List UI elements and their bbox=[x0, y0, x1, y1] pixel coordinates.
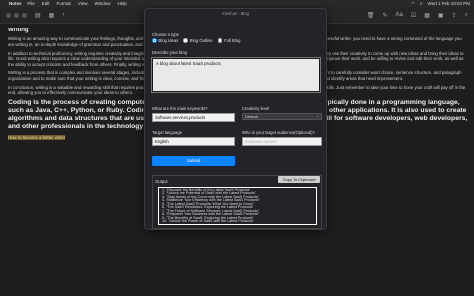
checklist-icon[interactable]: ☑ bbox=[411, 12, 416, 19]
format-icon[interactable]: Aa bbox=[396, 12, 403, 18]
menu-app-name[interactable]: Notes bbox=[9, 1, 22, 6]
menu-view[interactable]: View bbox=[78, 1, 88, 6]
search-notes-icon[interactable]: ⌕ bbox=[465, 12, 468, 19]
menu-help[interactable]: Help bbox=[118, 1, 127, 6]
blog-generator-dialog: Kleshas - Blog Choose a type Blog Ideas … bbox=[144, 8, 327, 230]
audience-label: Who is your target audience(Optional)? bbox=[242, 130, 315, 135]
sidebar-toggle-icon[interactable]: ▤ bbox=[35, 12, 41, 19]
radio-full-blog[interactable]: Full Blog bbox=[217, 38, 240, 43]
media-icon[interactable]: ▣ bbox=[438, 12, 444, 19]
zoom-window-button[interactable] bbox=[22, 12, 27, 18]
keywords-label: What are the main keywords? bbox=[152, 106, 208, 111]
choose-type-label: Choose a type bbox=[152, 32, 180, 37]
table-icon[interactable]: ▦ bbox=[424, 12, 430, 19]
creativity-label: Creativity level bbox=[242, 106, 270, 111]
chevron-down-icon: ⌄ bbox=[316, 114, 319, 118]
menu-bar: Notes File Edit Format View Window Help … bbox=[0, 0, 474, 7]
describe-label: Describe your blog bbox=[152, 50, 187, 55]
radio-unselected-icon bbox=[217, 38, 223, 43]
back-icon[interactable]: ‹ bbox=[62, 12, 64, 18]
radio-selected-icon bbox=[152, 38, 157, 43]
menu-format[interactable]: Format bbox=[57, 1, 71, 6]
share-icon[interactable]: ⇪ bbox=[452, 12, 457, 19]
minimize-window-button[interactable] bbox=[14, 12, 19, 18]
radio-unselected-icon bbox=[183, 38, 188, 43]
wifi-icon[interactable]: ◠ bbox=[411, 1, 415, 7]
menu-edit[interactable]: Edit bbox=[42, 1, 50, 6]
datetime[interactable]: Wed 1 Feb 10:04 PM bbox=[428, 1, 470, 6]
submit-button[interactable]: Submit bbox=[152, 156, 235, 166]
language-label: Target language bbox=[152, 130, 183, 135]
menu-file[interactable]: File bbox=[28, 1, 35, 6]
language-input[interactable]: English bbox=[152, 137, 235, 146]
compose-icon[interactable]: ✎ bbox=[382, 12, 387, 19]
radio-blog-ideas[interactable]: Blog Ideas bbox=[152, 38, 178, 43]
blog-description-input[interactable]: A blog about latest SaaS products bbox=[151, 57, 321, 93]
close-window-button[interactable] bbox=[6, 12, 11, 18]
creativity-select[interactable]: Default ⌄ bbox=[242, 113, 322, 120]
output-text[interactable]: 1. "Discover the Benefits of the Latest … bbox=[158, 187, 317, 225]
output-panel: 1. "Discover the Benefits of the Latest … bbox=[152, 175, 322, 229]
radio-blog-outline[interactable]: Blog Outline bbox=[183, 38, 213, 43]
audience-input[interactable]: Business owners bbox=[242, 137, 322, 146]
menu-window[interactable]: Window bbox=[95, 1, 111, 6]
keywords-input[interactable]: Software,services,products bbox=[152, 113, 235, 122]
dialog-title: Kleshas - Blog bbox=[222, 11, 249, 16]
type-radio-group: Blog Ideas Blog Outline Full Blog bbox=[152, 38, 240, 43]
grid-view-icon[interactable]: ▦ bbox=[49, 12, 55, 19]
highlighted-text: How to become a better writer bbox=[8, 135, 66, 141]
delete-icon[interactable]: 🗑 bbox=[367, 12, 375, 19]
output-item: 10. "Unlock the Power of SaaS with the L… bbox=[162, 219, 255, 224]
search-icon[interactable]: ⌕ bbox=[420, 1, 423, 6]
